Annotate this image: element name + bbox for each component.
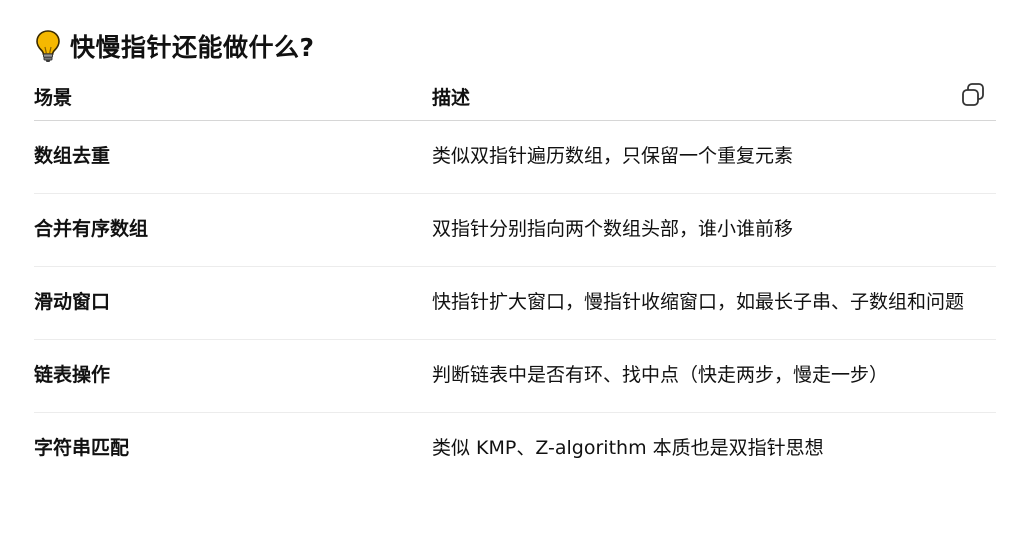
lightbulb-icon	[36, 30, 60, 62]
description-cell: 类似 KMP、Z-algorithm 本质也是双指针思想	[432, 437, 824, 459]
scene-cell: 滑动窗口	[34, 266, 432, 340]
section-heading: 快慢指针还能做什么?	[34, 26, 315, 66]
description-cell: 类似双指针遍历数组，只保留一个重复元素	[432, 120, 996, 194]
scenario-table-container: 场景 描述 数组去重 类似双指针遍历数组，只保留一个重复元素 合并有序数组 双指…	[34, 72, 996, 485]
scene-cell: 合并有序数组	[34, 193, 432, 267]
table-row: 合并有序数组 双指针分别指向两个数组头部，谁小谁前移	[34, 193, 996, 267]
scene-cell: 链表操作	[34, 339, 432, 413]
table-row: 字符串匹配 类似 KMP、Z-algorithm 本质也是双指针思想	[34, 413, 996, 486]
table-row: 滑动窗口 快指针扩大窗口，慢指针收缩窗口，如最长子串、子数组和问题	[34, 266, 996, 340]
description-cell: 判断链表中是否有环、找中点（快走两步，慢走一步）	[432, 339, 996, 413]
header-description: 描述	[432, 72, 996, 121]
scene-cell: 字符串匹配	[34, 437, 130, 459]
description-cell: 双指针分别指向两个数组头部，谁小谁前移	[432, 193, 996, 267]
table-row: 链表操作 判断链表中是否有环、找中点（快走两步，慢走一步）	[34, 339, 996, 413]
section-title: 快慢指针还能做什么?	[70, 33, 315, 62]
description-cell: 快指针扩大窗口，慢指针收缩窗口，如最长子串、子数组和问题	[432, 266, 996, 340]
table-header-row: 场景 描述	[34, 72, 996, 121]
table-row: 数组去重 类似双指针遍历数组，只保留一个重复元素	[34, 120, 996, 194]
header-scene: 场景	[34, 72, 432, 121]
scene-cell: 数组去重	[34, 120, 432, 194]
scenario-table: 场景 描述 数组去重 类似双指针遍历数组，只保留一个重复元素 合并有序数组 双指…	[34, 72, 996, 485]
